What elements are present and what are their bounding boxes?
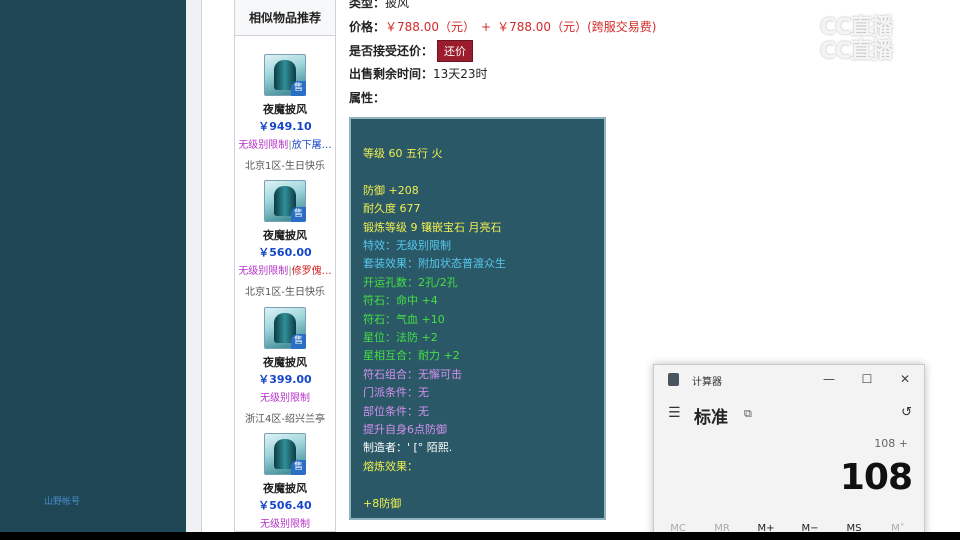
type-row: 类型：披风 <box>349 0 409 11</box>
sell-badge: 售 <box>291 334 306 349</box>
item-price: ￥506.40 <box>258 499 312 512</box>
item-tags: 无级别限制 <box>235 389 335 404</box>
bargain-button[interactable]: 还价 <box>437 40 474 62</box>
item-name[interactable]: 夜魔披风 <box>235 480 335 496</box>
item-name[interactable]: 夜魔披风 <box>235 227 335 243</box>
item-tags: 无级别限制|修罗傀… <box>235 262 335 277</box>
similar-item-2[interactable]: 售 夜魔披风 ￥560.00 无级别限制|修罗傀… 北京1区-生日快乐 <box>235 180 335 298</box>
similar-items-title: 相似物品推荐 <box>235 0 335 36</box>
item-tag-level: 无级别限制 <box>260 519 310 530</box>
attribute-line: 特效：无级别限制 <box>363 239 451 253</box>
time-row: 出售剩余时间：13天23时 <box>349 65 488 82</box>
attribute-line: 符石：命中 +4 <box>363 294 438 308</box>
time-value: 13天23时 <box>433 67 488 81</box>
watermark-line: CC直播 <box>820 39 893 64</box>
bargain-label: 是否接受还价： <box>349 44 434 58</box>
attribute-line: 门派条件：无 <box>363 386 429 400</box>
item-tag-suit: 修罗傀… <box>291 266 332 277</box>
item-price: ￥399.00 <box>258 373 312 386</box>
attribute-line: 耐久度 677 <box>363 202 421 216</box>
item-server: 北京1区-生日快乐 <box>245 161 325 172</box>
item-tag-level: 无级别限制 <box>238 266 289 277</box>
item-name[interactable]: 夜魔披风 <box>235 354 335 370</box>
attribute-line: 锻炼等级 9 镶嵌宝石 月亮石 <box>363 220 502 234</box>
attribute-line: 开运孔数：2孔/2孔 <box>363 275 458 289</box>
close-icon[interactable]: ✕ <box>894 369 916 389</box>
cape-item-icon[interactable]: 售 <box>264 433 306 475</box>
item-tag-suit: 放下屠… <box>291 140 332 151</box>
sell-badge: 售 <box>291 207 306 222</box>
page-edge <box>186 0 202 532</box>
item-server: 北京1区-生日快乐 <box>245 287 325 298</box>
item-server: 浙江4区-绍兴兰亭 <box>245 414 325 425</box>
watermark-line: CC直播 <box>820 15 893 40</box>
item-price: ￥560.00 <box>258 246 312 259</box>
maximize-icon[interactable]: ☐ <box>856 369 878 389</box>
attribute-line: 防御 +208 <box>363 183 419 197</box>
calculator-expression: 108 + <box>874 437 908 450</box>
price-label: 价格： <box>349 20 386 34</box>
item-tag-level: 无级别限制 <box>238 140 289 151</box>
type-value: 披风 <box>385 0 410 10</box>
attr-label: 属性： <box>349 91 386 105</box>
sell-badge: 售 <box>291 81 306 96</box>
similar-item-3[interactable]: 售 夜魔披风 ￥399.00 无级别限制 浙江4区-绍兴兰亭 <box>235 307 335 425</box>
attribute-line <box>363 163 604 181</box>
attribute-line: 等级 60 五行 火 <box>363 147 443 160</box>
time-label: 出售剩余时间： <box>349 67 434 81</box>
item-tag-level: 无级别限制 <box>260 393 310 404</box>
attribute-line: 星位：法防 +2 <box>363 331 438 345</box>
menu-icon[interactable]: ☰ <box>668 405 681 421</box>
attribute-line: 提升自身6点防御 <box>363 423 447 437</box>
bottom-border <box>0 532 960 540</box>
item-name[interactable]: 夜魔披风 <box>235 101 335 117</box>
type-label: 类型： <box>349 0 386 10</box>
sell-badge: 售 <box>291 460 306 475</box>
item-tags: 无级别限制 <box>235 515 335 530</box>
price-row: 价格：￥788.00（元） + ￥788.00（元）(跨服交易费) <box>349 18 656 35</box>
attribute-line: 制造者：' [° 陌熙. <box>363 441 453 455</box>
calculator-app-icon <box>668 373 679 386</box>
cape-item-icon[interactable]: 售 <box>264 54 306 96</box>
attribute-line: 套装效果：附加状态普渡众生 <box>363 257 506 271</box>
attribute-line: 熔炼效果： <box>363 459 418 473</box>
calculator-title: 计算器 <box>692 377 722 388</box>
attr-row: 属性： <box>349 89 385 106</box>
price-plus: + <box>481 20 492 34</box>
similar-items-panel: 相似物品推荐 售 夜魔披风 ￥949.10 无级别限制|放下屠… 北京1区-生日… <box>234 0 336 532</box>
attribute-line: 部位条件：无 <box>363 404 429 418</box>
item-price: ￥949.10 <box>258 120 312 133</box>
similar-item-1[interactable]: 售 夜魔披风 ￥949.10 无级别限制|放下屠… 北京1区-生日快乐 <box>235 54 335 172</box>
calculator-header: ☰ 标准 ⧉ ↺ <box>654 401 924 431</box>
cross-server-fee: ￥788.00（元）(跨服交易费) <box>497 20 657 34</box>
item-tags: 无级别限制|放下屠… <box>235 136 335 151</box>
calculator-mode: 标准 <box>694 408 728 428</box>
cape-item-icon[interactable]: 售 <box>264 180 306 222</box>
history-icon[interactable]: ↺ <box>901 405 912 420</box>
calculator-window[interactable]: 计算器 — ☐ ✕ ☰ 标准 ⧉ ↺ 108 + 108 MC MR M+ M−… <box>653 364 925 540</box>
attribute-line: 星相互合：耐力 +2 <box>363 349 460 363</box>
price-value: ￥788.00（元） <box>385 20 476 34</box>
bargain-row: 是否接受还价： 还价 <box>349 40 474 62</box>
left-dark-panel: 山野帐号 <box>0 0 186 532</box>
keep-on-top-icon[interactable]: ⧉ <box>744 407 752 421</box>
attribute-box: 等级 60 五行 火防御 +208 耐久度 677 锻炼等级 9 镶嵌宝石 月亮石特… <box>349 117 606 520</box>
cape-item-icon[interactable]: 售 <box>264 307 306 349</box>
stream-watermark: CC直播 CC直播 <box>820 15 893 64</box>
attribute-line: 符石：气血 +10 <box>363 312 445 326</box>
calculator-titlebar[interactable]: 计算器 — ☐ ✕ <box>654 365 924 395</box>
similar-item-4[interactable]: 售 夜魔披风 ￥506.40 无级别限制 <box>235 433 335 530</box>
attribute-line: 符石组合：无懈可击 <box>363 367 462 381</box>
calculator-display: 108 <box>839 457 913 498</box>
account-link[interactable]: 山野帐号 <box>44 494 80 507</box>
attribute-line <box>363 476 604 494</box>
minimize-icon[interactable]: — <box>818 369 840 389</box>
attribute-line: +8防御 <box>363 496 402 510</box>
